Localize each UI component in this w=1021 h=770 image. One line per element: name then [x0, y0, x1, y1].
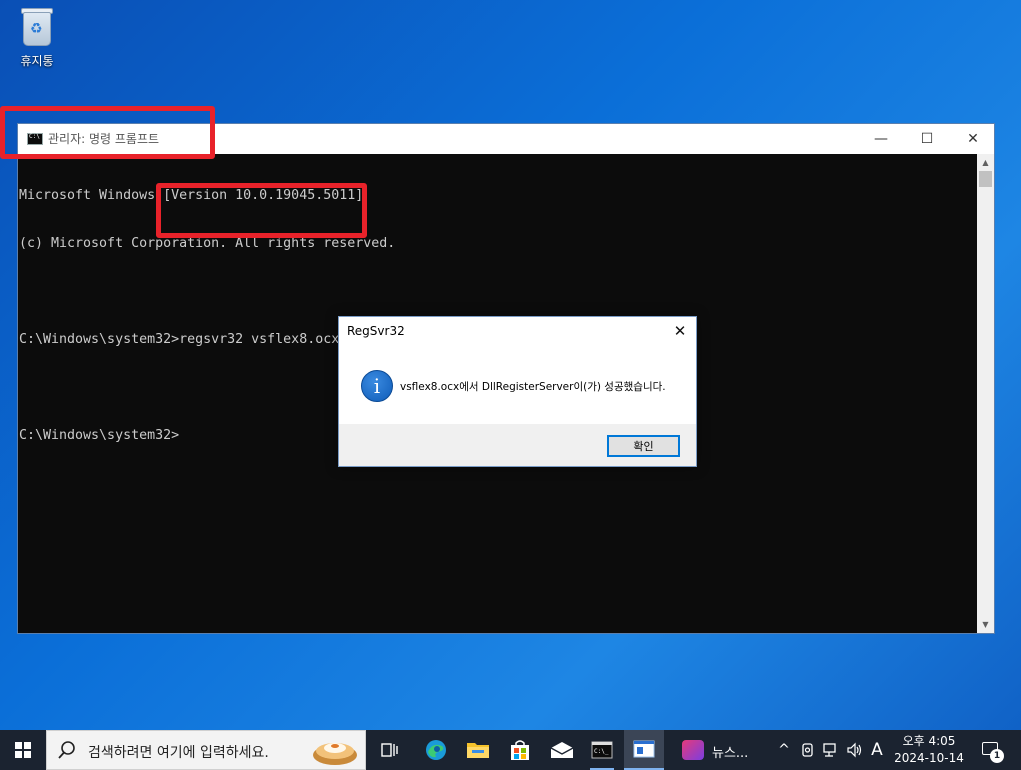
news-icon: [682, 740, 704, 760]
store-button[interactable]: [500, 730, 540, 770]
regsvr32-taskbar-button[interactable]: [624, 730, 664, 770]
scroll-down-icon[interactable]: ▼: [977, 616, 994, 633]
task-view-icon: [381, 743, 398, 757]
notification-badge: 1: [990, 749, 1004, 763]
command-prompt-icon: C:\_: [591, 741, 613, 759]
recycle-bin-icon: ♻: [19, 6, 55, 48]
task-view-button[interactable]: [370, 730, 410, 770]
recycle-bin-label: 휴지통: [20, 54, 54, 68]
start-button[interactable]: [0, 730, 46, 770]
dialog-title: RegSvr32: [347, 324, 405, 338]
clock-time: 오후 4:05: [902, 734, 956, 748]
console-line: (c) Microsoft Corporation. All rights re…: [19, 236, 396, 251]
recycle-bin-shortcut[interactable]: ♻ 휴지통: [8, 6, 66, 69]
mail-button[interactable]: [542, 730, 582, 770]
taskbar: 검색하려면 여기에 입력하세요. C:\_ 뉴스... ^ A 오후 4:05 …: [0, 730, 1021, 770]
ok-button[interactable]: 확인: [607, 435, 680, 457]
command-prompt-taskbar-button[interactable]: C:\_: [582, 730, 622, 770]
network-icon[interactable]: [820, 730, 842, 770]
close-button[interactable]: ✕: [950, 124, 996, 154]
maximize-button[interactable]: ☐: [904, 124, 950, 154]
information-icon: i: [361, 370, 393, 402]
title-highlight-box: [0, 106, 215, 159]
scrollbar-thumb[interactable]: [979, 171, 992, 187]
dialog-message: vsflex8.ocx에서 DllRegisterServer이(가) 성공했습…: [400, 381, 666, 393]
news-widget[interactable]: 뉴스...: [676, 730, 758, 770]
clock[interactable]: 오후 4:05 2024-10-14: [888, 733, 970, 767]
windows-logo-icon: [15, 742, 31, 758]
edge-button[interactable]: [416, 730, 456, 770]
show-hidden-icons-chevron-icon[interactable]: ^: [774, 730, 794, 770]
store-icon: [511, 740, 529, 760]
vertical-scrollbar[interactable]: ▲ ▼: [977, 154, 994, 633]
volume-icon[interactable]: [844, 730, 866, 770]
desktop: { "desktop": { "recycle_bin_label": "휴지통…: [0, 0, 1021, 770]
clock-date: 2024-10-14: [894, 751, 964, 765]
file-explorer-button[interactable]: [458, 730, 498, 770]
ime-indicator[interactable]: A: [866, 730, 888, 770]
regsvr32-dialog: RegSvr32 ✕ i vsflex8.ocx에서 DllRegisterSe…: [338, 316, 697, 467]
edge-icon: [426, 740, 446, 760]
search-placeholder: 검색하려면 여기에 입력하세요.: [88, 745, 269, 761]
dialog-close-button[interactable]: ✕: [664, 317, 696, 345]
svg-text:C:\_: C:\_: [594, 748, 609, 755]
search-icon: [58, 741, 75, 759]
scroll-up-icon[interactable]: ▲: [977, 154, 994, 171]
dialog-footer: 확인: [339, 424, 696, 466]
notification-center-button[interactable]: 1: [978, 730, 1018, 770]
pie-doodle-icon: [313, 743, 357, 765]
dialog-window-icon: [633, 740, 655, 758]
command-highlight-box: [156, 183, 367, 238]
news-label: 뉴스...: [712, 746, 749, 761]
meet-now-icon[interactable]: [797, 730, 819, 770]
mail-icon: [550, 742, 574, 758]
folder-icon: [467, 743, 489, 758]
search-box[interactable]: 검색하려면 여기에 입력하세요.: [46, 730, 366, 770]
minimize-button[interactable]: —: [858, 124, 904, 154]
